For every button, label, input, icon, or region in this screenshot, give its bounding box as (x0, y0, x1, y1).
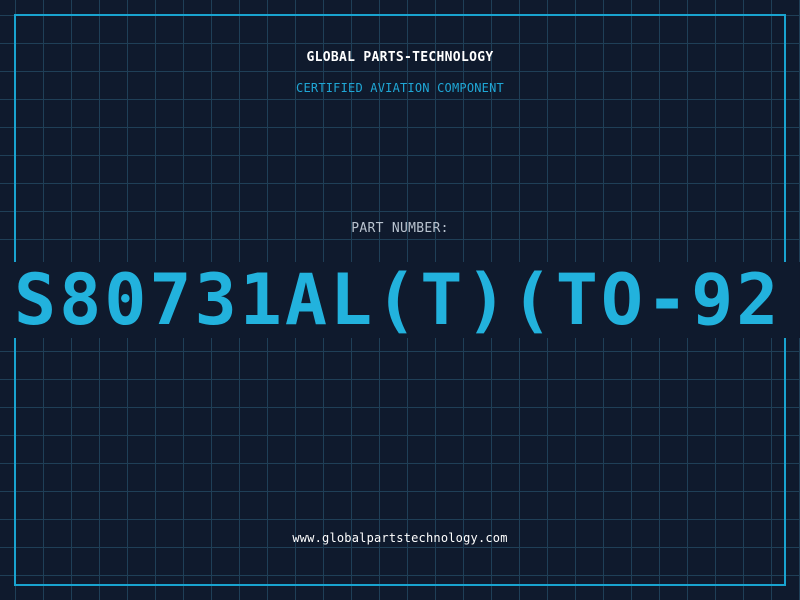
certificate-card: GLOBAL PARTS-TECHNOLOGY CERTIFIED AVIATI… (0, 0, 800, 600)
part-number-label: PART NUMBER: (351, 221, 449, 236)
part-number-value: S80731AL(T)(TO-92 (14, 259, 782, 341)
certification-subtitle: CERTIFIED AVIATION COMPONENT (296, 81, 504, 95)
website-url: www.globalpartstechnology.com (292, 531, 508, 545)
company-name: GLOBAL PARTS-TECHNOLOGY (306, 50, 494, 65)
